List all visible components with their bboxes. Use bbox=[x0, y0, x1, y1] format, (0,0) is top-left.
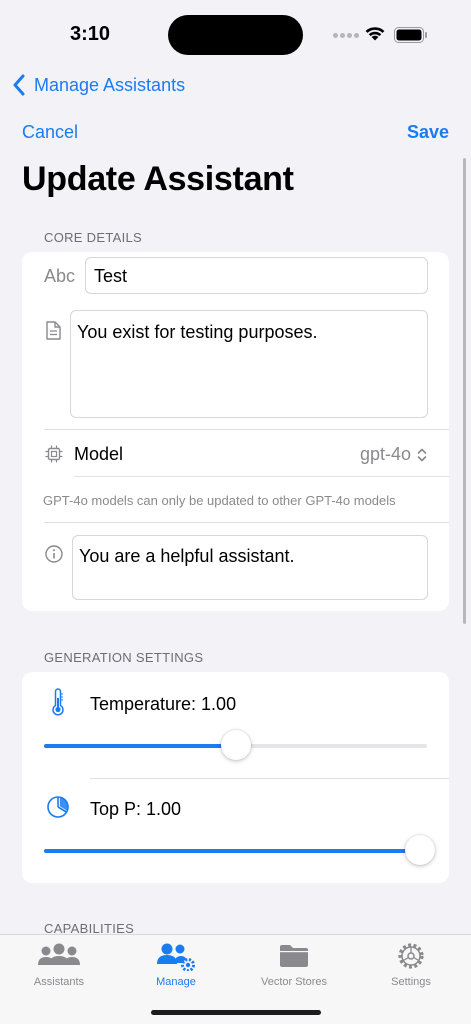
info-circle-icon bbox=[44, 544, 64, 564]
model-picker-value: gpt-4o bbox=[359, 444, 411, 464]
core-details-card: Abc Test You exist for testing purposes.… bbox=[22, 252, 449, 611]
tab-settings-label: Settings bbox=[391, 976, 431, 988]
cpu-chip-icon bbox=[44, 444, 64, 464]
document-icon bbox=[44, 320, 62, 340]
divider bbox=[44, 429, 449, 430]
text-abc-icon: Abc bbox=[44, 265, 76, 286]
instructions-field-value: You are a helpful assistant. bbox=[79, 546, 295, 566]
temperature-slider-thumb[interactable] bbox=[221, 730, 251, 760]
status-time: 3:10 bbox=[70, 23, 111, 45]
status-bar: 3:10 bbox=[0, 0, 471, 70]
temperature-label: Temperature: 1.00 bbox=[90, 694, 237, 714]
back-button[interactable]: Manage Assistants bbox=[12, 70, 185, 100]
section-header-generation-settings: GENERATION SETTINGS bbox=[44, 650, 204, 665]
tab-settings[interactable]: Settings bbox=[352, 941, 470, 988]
people-gear-icon bbox=[157, 943, 195, 971]
tab-assistants[interactable]: Assistants bbox=[0, 941, 118, 988]
tab-manage[interactable]: Manage bbox=[117, 941, 235, 988]
top-p-slider-thumb[interactable] bbox=[405, 835, 435, 865]
temperature-slider-fill bbox=[44, 744, 236, 748]
instructions-field[interactable]: You are a helpful assistant. bbox=[72, 535, 428, 600]
folder-icon bbox=[280, 945, 308, 967]
battery-icon bbox=[394, 27, 427, 43]
cellular-signal-icon bbox=[333, 33, 359, 38]
home-indicator bbox=[151, 1010, 321, 1015]
model-label: Model bbox=[74, 444, 124, 464]
dynamic-island bbox=[168, 15, 303, 55]
model-picker[interactable]: gpt-4o bbox=[360, 444, 427, 465]
back-button-label: Manage Assistants bbox=[34, 74, 186, 95]
description-field-value: You exist for testing purposes. bbox=[77, 322, 318, 342]
temperature-slider[interactable] bbox=[44, 730, 427, 760]
divider bbox=[90, 778, 449, 779]
thermometer-icon bbox=[48, 688, 68, 716]
top-p-slider[interactable] bbox=[44, 835, 435, 865]
top-p-slider-fill bbox=[44, 849, 427, 853]
tab-vector-stores-label: Vector Stores bbox=[260, 976, 328, 988]
description-field[interactable]: You exist for testing purposes. bbox=[70, 310, 428, 418]
divider bbox=[74, 476, 449, 477]
section-header-core-details: CORE DETAILS bbox=[44, 230, 142, 245]
model-note: GPT-4o models can only be updated to oth… bbox=[43, 493, 396, 508]
gear-icon bbox=[398, 943, 424, 969]
name-field-value: Test bbox=[94, 266, 128, 286]
chevron-up-down-icon bbox=[417, 448, 427, 461]
tab-assistants-label: Assistants bbox=[33, 976, 85, 988]
save-button[interactable]: Save bbox=[407, 122, 449, 143]
top-p-label: Top P: 1.00 bbox=[90, 799, 182, 819]
chevron-left-icon bbox=[13, 74, 25, 96]
tab-vector-stores[interactable]: Vector Stores bbox=[235, 941, 353, 988]
divider bbox=[44, 522, 449, 523]
people-icon bbox=[38, 943, 80, 965]
generation-settings-card: Temperature: 1.00 Top P: 1.00 bbox=[22, 672, 449, 883]
name-field[interactable]: Test bbox=[85, 257, 428, 294]
scrollbar[interactable] bbox=[463, 158, 466, 624]
chart-pie-icon bbox=[46, 795, 70, 819]
cancel-button[interactable]: Cancel bbox=[22, 122, 78, 143]
page-title: Update Assistant bbox=[22, 160, 294, 198]
wifi-icon bbox=[365, 27, 385, 41]
tab-manage-label: Manage bbox=[156, 976, 196, 988]
